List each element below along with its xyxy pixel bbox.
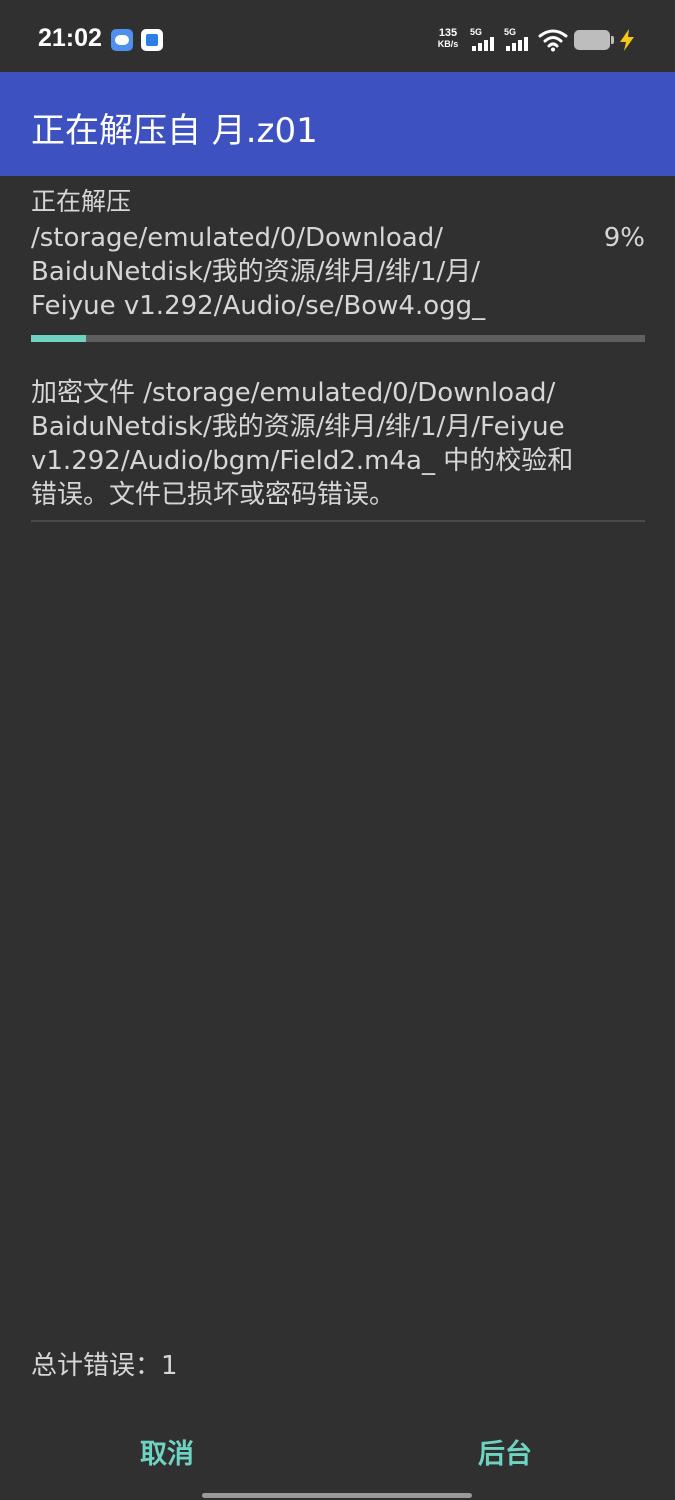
progress-bar-fill <box>31 335 87 342</box>
error-message-line: 加密文件 /storage/emulated/0/Download/ <box>31 378 556 408</box>
current-file-path-line: BaiduNetdisk/我的资源/绯月/绯/1/月/ <box>31 257 481 287</box>
signal-icon: 5G <box>504 27 534 53</box>
error-message-line: 错误。文件已损坏或密码错误。 <box>31 480 396 510</box>
charging-icon <box>620 29 634 51</box>
app-bar: 正在解压自 月.z01 <box>0 72 675 176</box>
cancel-button[interactable]: 取消 <box>140 1432 194 1471</box>
network-speed-unit: KB/s <box>437 39 459 49</box>
current-file-path-line: /storage/emulated/0/Download/ <box>31 223 444 253</box>
error-message: 加密文件 /storage/emulated/0/Download/ Baidu… <box>31 376 645 512</box>
page-title: 正在解压自 月.z01 <box>31 111 318 151</box>
app-notification-icon <box>141 29 163 51</box>
progress-percent: 9% <box>603 223 645 253</box>
divider <box>31 520 645 522</box>
signal-label: 5G <box>470 27 483 37</box>
extracting-label: 正在解压 <box>31 187 132 216</box>
network-speed-value: 135 <box>438 27 458 39</box>
status-bar: 21:02 135 KB/s 5G 5G <box>0 0 675 72</box>
error-message-line: BaiduNetdisk/我的资源/绯月/绯/1/月/Feiyue <box>31 412 565 442</box>
status-time: 21:02 <box>38 24 102 52</box>
network-speed: 135 KB/s <box>432 28 464 50</box>
error-message-line: v1.292/Audio/bgm/Field2.m4a_ 中的校验和 <box>31 446 574 476</box>
home-indicator[interactable] <box>202 1493 472 1498</box>
wifi-icon <box>538 29 568 52</box>
current-file-path: /storage/emulated/0/Download/ BaiduNetdi… <box>31 221 551 323</box>
progress-bar <box>31 335 645 342</box>
current-file-path-line: Feiyue v1.292/Audio/se/Bow4.ogg_ <box>31 291 486 321</box>
cloud-app-notification-icon <box>111 29 133 51</box>
signal-icon: 5G <box>470 27 500 53</box>
background-button[interactable]: 后台 <box>478 1432 532 1471</box>
total-errors-label: 总计错误：1 <box>31 1351 178 1381</box>
signal-label: 5G <box>504 27 517 37</box>
battery-icon <box>574 30 614 50</box>
